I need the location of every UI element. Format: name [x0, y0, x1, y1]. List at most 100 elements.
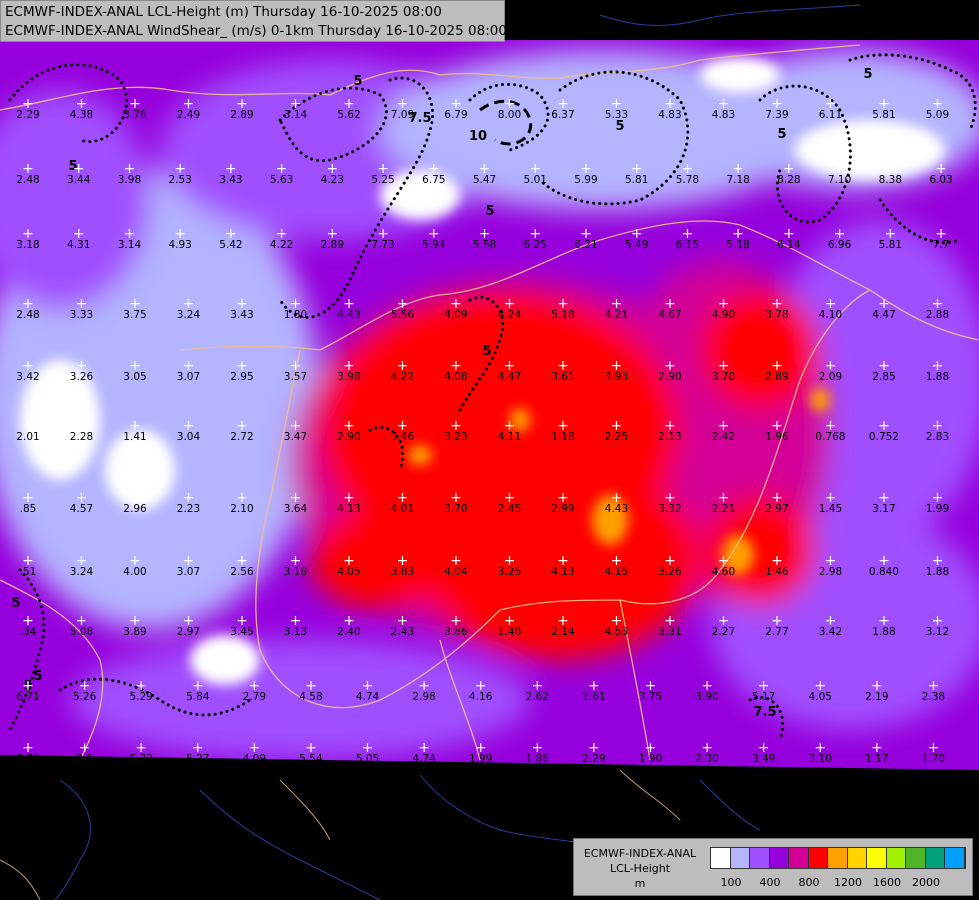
station-value-label: 4.13 [551, 566, 574, 578]
station-value-label: 8.38 [879, 174, 902, 186]
station-value-label: 4.90 [712, 309, 735, 321]
station-value-label: 3.61 [551, 371, 574, 383]
contour-label: 5 [11, 596, 20, 611]
station-value-label: 2.97 [177, 626, 200, 638]
station-value-label: 3.86 [444, 626, 468, 638]
legend-swatch [730, 848, 750, 868]
station-value-label: 4.38 [70, 109, 93, 121]
station-value-label: 1.61 [582, 691, 605, 703]
station-value-label: 2.09 [819, 371, 842, 383]
weather-map-viewer: 5 7.5 10 5 5 5 5 5 5 5 5 7.5 5 +2.29 +4.38 +3.76 +2.49 +… [0, 0, 979, 900]
station-value-label: 1.80 [284, 309, 307, 321]
station-value-label: 3.46 [391, 431, 415, 443]
station-value-label: 3.44 [67, 174, 91, 186]
station-value-label: 2.72 [230, 431, 253, 443]
station-value-label: 3.76 [123, 109, 147, 121]
legend-swatch [828, 848, 848, 868]
station-value-label: 6.14 [777, 239, 801, 251]
station-value-label: 3.26 [658, 566, 682, 578]
station-value-label: 2.48 [16, 309, 39, 321]
station-value-label: 7.18 [726, 174, 749, 186]
station-value-label: 4.05 [809, 691, 832, 703]
station-value-label: 8.00 [498, 109, 521, 121]
station-value-label: 2.28 [70, 431, 93, 443]
station-value-label: 4.22 [391, 371, 414, 383]
station-value-label: 1.88 [872, 626, 895, 638]
station-value-label: 3.17 [872, 503, 895, 515]
station-value-label: 1.86 [526, 753, 550, 765]
station-value-label: 4.11 [498, 431, 521, 443]
station-value-label: 5.63 [270, 174, 293, 186]
station-value-label: 4.24 [498, 309, 522, 321]
station-value-label: 1.88 [926, 371, 949, 383]
station-value-label: 0.752 [869, 431, 899, 443]
station-value-label: 2.83 [926, 431, 949, 443]
station-value-label: 5.81 [872, 109, 895, 121]
station-value-label: 6.15 [676, 239, 699, 251]
station-value-label: 4.15 [605, 566, 628, 578]
station-value-label: 2.19 [865, 691, 888, 703]
station-value-label: 2.29 [582, 753, 605, 765]
station-value-label: 7.39 [765, 109, 788, 121]
station-value-label: 6.71 [16, 691, 39, 703]
station-value-label: 5.78 [676, 174, 699, 186]
station-value-label: 5.94 [422, 239, 446, 251]
station-value-label: 2.14 [551, 626, 575, 638]
station-value-label: 5.09 [926, 109, 949, 121]
legend-swatch [750, 848, 770, 868]
station-value-label: 5.33 [129, 753, 152, 765]
station-value-label: 5.81 [625, 174, 648, 186]
station-value-label: .34 [20, 626, 37, 638]
station-value-label: 3.24 [177, 309, 201, 321]
legend-swatch [711, 848, 731, 868]
station-value-label: 6.03 [929, 174, 952, 186]
station-value-label: 4.74 [412, 753, 436, 765]
station-value-label: 5.81 [879, 239, 902, 251]
station-value-label: 5.62 [337, 109, 360, 121]
title-windshear: ECMWF-INDEX-ANAL WindShear_ (m/s) 0-1km … [5, 23, 507, 39]
station-value-label: 0.768 [815, 431, 845, 443]
station-value-label: 3.24 [70, 566, 94, 578]
legend-swatch [945, 848, 965, 868]
station-value-label: 3.57 [284, 371, 307, 383]
station-value-label: 4.16 [469, 691, 493, 703]
station-value-label: 1.70 [922, 753, 945, 765]
station-value-label: 4.00 [123, 566, 146, 578]
station-value-label: 6.96 [828, 239, 852, 251]
station-value-label: 2.01 [16, 431, 39, 443]
station-value-label: 2.48 [16, 174, 39, 186]
station-value-label: 5.17 [752, 691, 775, 703]
station-value-label: 0.840 [869, 566, 899, 578]
station-value-label: 2.40 [337, 626, 360, 638]
legend-swatches [710, 847, 966, 869]
station-value-label: 1.96 [765, 431, 789, 443]
station-value-label: 5.47 [473, 174, 496, 186]
station-value-label: 2.49 [177, 109, 200, 121]
station-value-label: 2.85 [872, 371, 895, 383]
legend-tick-label: 100 [720, 876, 742, 889]
station-value-label: 2.97 [765, 503, 788, 515]
station-value-label: 4.21 [605, 309, 628, 321]
station-value-label: 4.43 [605, 503, 628, 515]
station-value-label: 3.10 [809, 753, 832, 765]
legend-model: ECMWF-INDEX-ANAL [583, 847, 697, 860]
legend-swatch [867, 848, 887, 868]
legend-tick-label: 1200 [834, 876, 862, 889]
station-value-label: 4.57 [70, 503, 93, 515]
contour-label: 10 [469, 129, 487, 144]
legend-tick-label: 1600 [873, 876, 901, 889]
station-value-label: 4.53 [605, 626, 628, 638]
station-value-label: 2.21 [712, 503, 735, 515]
station-value-label: 4.31 [67, 239, 90, 251]
station-value-label: 2.10 [230, 503, 253, 515]
station-value-label: 2.89 [321, 239, 344, 251]
station-value-label: 2.89 [765, 371, 788, 383]
station-value-label: 2.38 [922, 691, 945, 703]
station-value-label: 5.84 [186, 691, 210, 703]
station-value-label: 4.22 [270, 239, 293, 251]
station-value-label: 2.42 [712, 431, 735, 443]
station-value-label: 1.45 [819, 503, 842, 515]
station-value-label: 5.33 [605, 109, 628, 121]
station-value-label: 2.27 [712, 626, 735, 638]
station-value-label: 4.43 [337, 309, 360, 321]
